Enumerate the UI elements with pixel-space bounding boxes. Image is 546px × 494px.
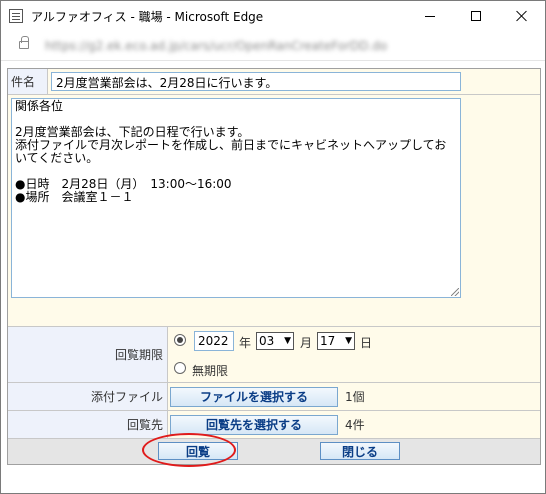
day-value: 17	[320, 334, 336, 348]
deadline-label: 回覧期限	[8, 327, 168, 382]
no-deadline-label: 無期限	[192, 364, 229, 378]
close-window-button[interactable]	[499, 1, 545, 31]
minimize-button[interactable]	[407, 1, 453, 31]
close-icon	[516, 10, 528, 22]
recipients-row: 回覧先 回覧先を選択する 4件	[8, 411, 540, 439]
circulation-form: 件名 2月度営業部会は、2月28日に行います。 関係各位 2月度営業部会は、下記…	[7, 68, 541, 467]
select-recipients-button[interactable]: 回覧先を選択する	[170, 414, 338, 435]
subject-row: 件名 2月度営業部会は、2月28日に行います。	[8, 69, 540, 95]
year-input[interactable]: 2022	[194, 331, 234, 351]
body-text: 関係各位 2月度営業部会は、下記の日程で行います。 添付ファイルで月次レポートを…	[15, 99, 447, 204]
close-button[interactable]: 閉じる	[320, 442, 400, 460]
circulate-button[interactable]: 回覧	[158, 442, 238, 460]
attachment-count: 1個	[345, 390, 365, 404]
attachment-cell: ファイルを選択する 1個	[168, 383, 540, 410]
resize-grip-icon[interactable]	[451, 288, 459, 296]
day-unit: 日	[360, 336, 373, 350]
deadline-row: 回覧期限 2022 年 03 ▼ 月 17 ▼ 日 無期限	[8, 327, 540, 383]
select-file-button[interactable]: ファイルを選択する	[170, 386, 338, 407]
chevron-down-icon: ▼	[284, 336, 291, 346]
minimize-icon	[425, 15, 435, 17]
deadline-cell: 2022 年 03 ▼ 月 17 ▼ 日 無期限	[168, 327, 540, 382]
title-bar: アルファオフィス - 職場 - Microsoft Edge	[1, 1, 545, 31]
action-bar: 回覧 閉じる	[8, 433, 540, 467]
month-unit: 月	[300, 336, 313, 350]
year-unit: 年	[239, 336, 252, 350]
attachment-label: 添付ファイル	[8, 383, 168, 410]
maximize-button[interactable]	[453, 1, 499, 31]
recipients-count: 4件	[345, 418, 365, 432]
recipients-cell: 回覧先を選択する 4件	[168, 411, 540, 438]
subject-cell: 2月度営業部会は、2月28日に行います。	[48, 69, 540, 94]
subject-input[interactable]: 2月度営業部会は、2月28日に行います。	[51, 72, 461, 91]
chevron-down-icon: ▼	[345, 336, 352, 346]
attachment-row: 添付ファイル ファイルを選択する 1個	[8, 383, 540, 411]
recipients-label: 回覧先	[8, 411, 168, 438]
body-textarea[interactable]: 関係各位 2月度営業部会は、下記の日程で行います。 添付ファイルで月次レポートを…	[11, 98, 461, 298]
month-select[interactable]: 03 ▼	[256, 332, 294, 350]
browser-window: アルファオフィス - 職場 - Microsoft Edge https://g…	[0, 0, 546, 494]
maximize-icon	[471, 11, 481, 21]
lock-icon	[19, 36, 29, 49]
deadline-dated-radio[interactable]	[174, 334, 186, 346]
body-row: 関係各位 2月度営業部会は、下記の日程で行います。 添付ファイルで月次レポートを…	[8, 95, 540, 327]
window-title: アルファオフィス - 職場 - Microsoft Edge	[31, 10, 264, 24]
no-deadline-radio[interactable]	[174, 362, 186, 374]
month-value: 03	[259, 334, 275, 348]
app-icon	[9, 9, 23, 23]
subject-label: 件名	[8, 69, 48, 94]
url-text: https://g2.ek.eco.ad.jp/cars/ucr/OpenRan…	[45, 39, 388, 53]
address-bar: https://g2.ek.eco.ad.jp/cars/ucr/OpenRan…	[1, 31, 545, 61]
day-select[interactable]: 17 ▼	[317, 332, 355, 350]
